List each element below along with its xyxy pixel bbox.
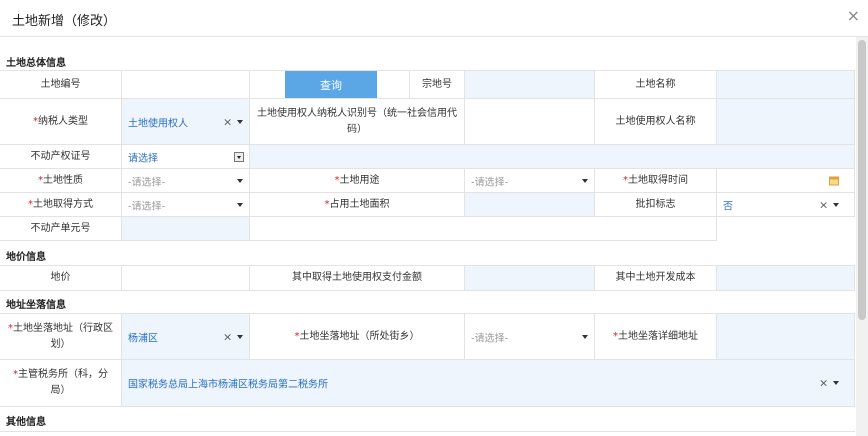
dev-cost-input[interactable] [717,265,855,291]
chevron-down-icon[interactable] [237,119,243,124]
section-title-price: 地价信息 [6,252,46,263]
section-price: 地价信息 [0,241,855,265]
scrollbar-thumb[interactable] [858,40,866,320]
land-no-label: 土地编号 [0,70,122,99]
land-nature-label: *土地性质 [0,169,122,193]
detail-address-label: *土地坐落详细地址 [595,313,717,360]
section-general: 土地总体信息 [0,50,855,70]
section-title-other: 其他信息 [6,417,46,428]
acquire-method-select[interactable]: -请选择- [122,193,250,217]
fee-label: 其中取得土地使用权支付金额 [250,265,465,291]
land-name-input[interactable] [717,70,855,99]
parcel-no-input[interactable] [465,70,595,99]
area-input[interactable] [465,193,595,217]
deduct-value: 否 [723,201,733,212]
acquire-method-label: *土地取得方式 [0,193,122,217]
section-location: 地址坐落信息 [0,291,855,313]
price-input[interactable] [122,265,250,291]
close-icon[interactable]: × [847,8,860,24]
district-value: 杨浦区 [128,333,158,344]
chevron-down-icon[interactable] [582,334,588,339]
tax-office-value: 国家税务总局上海市杨浦区税务局第二税务所 [128,379,328,391]
district-label: *土地坐落地址（行政区划） [0,313,122,360]
clear-icon[interactable]: × [223,330,232,343]
chevron-down-icon[interactable] [833,381,839,385]
land-name-label: 土地名称 [595,70,717,99]
clear-icon[interactable]: × [223,115,232,128]
dev-cost-label: 其中土地开发成本 [595,265,717,291]
parcel-no-label: 宗地号 [410,70,465,99]
calendar-icon[interactable] [829,176,839,185]
land-use-select[interactable]: -请选择- [465,169,595,193]
taxpayer-type-label: *纳税人类型 [0,99,122,145]
tax-office-label: *主管税务所（科，分局） [0,360,122,407]
street-label: *土地坐落地址（所处街乡） [250,313,465,360]
chevron-down-icon[interactable] [237,334,243,339]
taxpayer-type-value: 土地使用权人 [128,118,188,129]
acquire-time-label: *土地取得时间 [595,169,717,193]
form-content: 土地总体信息 土地编号 查询 宗地号 土地名称 *纳税人类型 土地使用权人 × … [0,37,855,436]
detail-address-input[interactable] [717,313,855,360]
dropdown-box-icon[interactable] [234,151,244,162]
price-label: 地价 [0,265,122,291]
dialog-titlebar: 土地新增（修改） × [0,0,868,36]
other-divider [0,431,855,432]
property-cert-placeholder: 请选择 [128,153,158,164]
user-name-label: 土地使用权人名称 [595,99,717,145]
chevron-down-icon[interactable] [237,202,243,207]
fee-input[interactable] [465,265,595,291]
property-cert-extension [250,145,855,169]
dialog-title: 土地新增（修改） [12,14,117,29]
tax-office-select[interactable]: 国家税务总局上海市杨浦区税务局第二税务所 × [122,360,855,407]
user-name-input[interactable] [717,99,855,145]
land-use-label: *土地用途 [250,169,465,193]
deduct-select[interactable]: 否 × [717,193,855,217]
unit-no-extension [250,217,717,241]
deduct-label: 批扣标志 [595,193,717,217]
taxpayer-type-select[interactable]: 土地使用权人 × [122,99,250,145]
land-nature-select[interactable]: -请选择- [122,169,250,193]
section-title-location: 地址坐落信息 [6,300,66,311]
section-other: 其他信息 [0,407,855,431]
clear-icon[interactable]: × [819,198,828,211]
section-title-general: 土地总体信息 [6,58,66,69]
street-select[interactable]: -请选择- [465,313,595,360]
query-cell: 查询 [250,70,410,99]
unit-no-input[interactable] [122,217,250,241]
user-id-label: 土地使用权人纳税人识别号（统一社会信用代码） [250,99,465,145]
user-id-input[interactable] [465,99,595,145]
chevron-down-icon[interactable] [582,178,588,183]
clear-icon[interactable]: × [819,377,828,390]
unit-no-label: 不动产单元号 [0,217,122,241]
chevron-down-icon[interactable] [833,202,839,207]
district-select[interactable]: 杨浦区 × [122,313,250,360]
acquire-time-input[interactable] [717,169,855,193]
query-button[interactable]: 查询 [285,71,377,98]
area-label: *占用土地面积 [250,193,465,217]
property-cert-label: 不动产权证号 [0,145,122,169]
property-cert-select[interactable]: 请选择 [122,145,250,169]
chevron-down-icon[interactable] [237,178,243,183]
land-no-input[interactable] [122,70,250,99]
